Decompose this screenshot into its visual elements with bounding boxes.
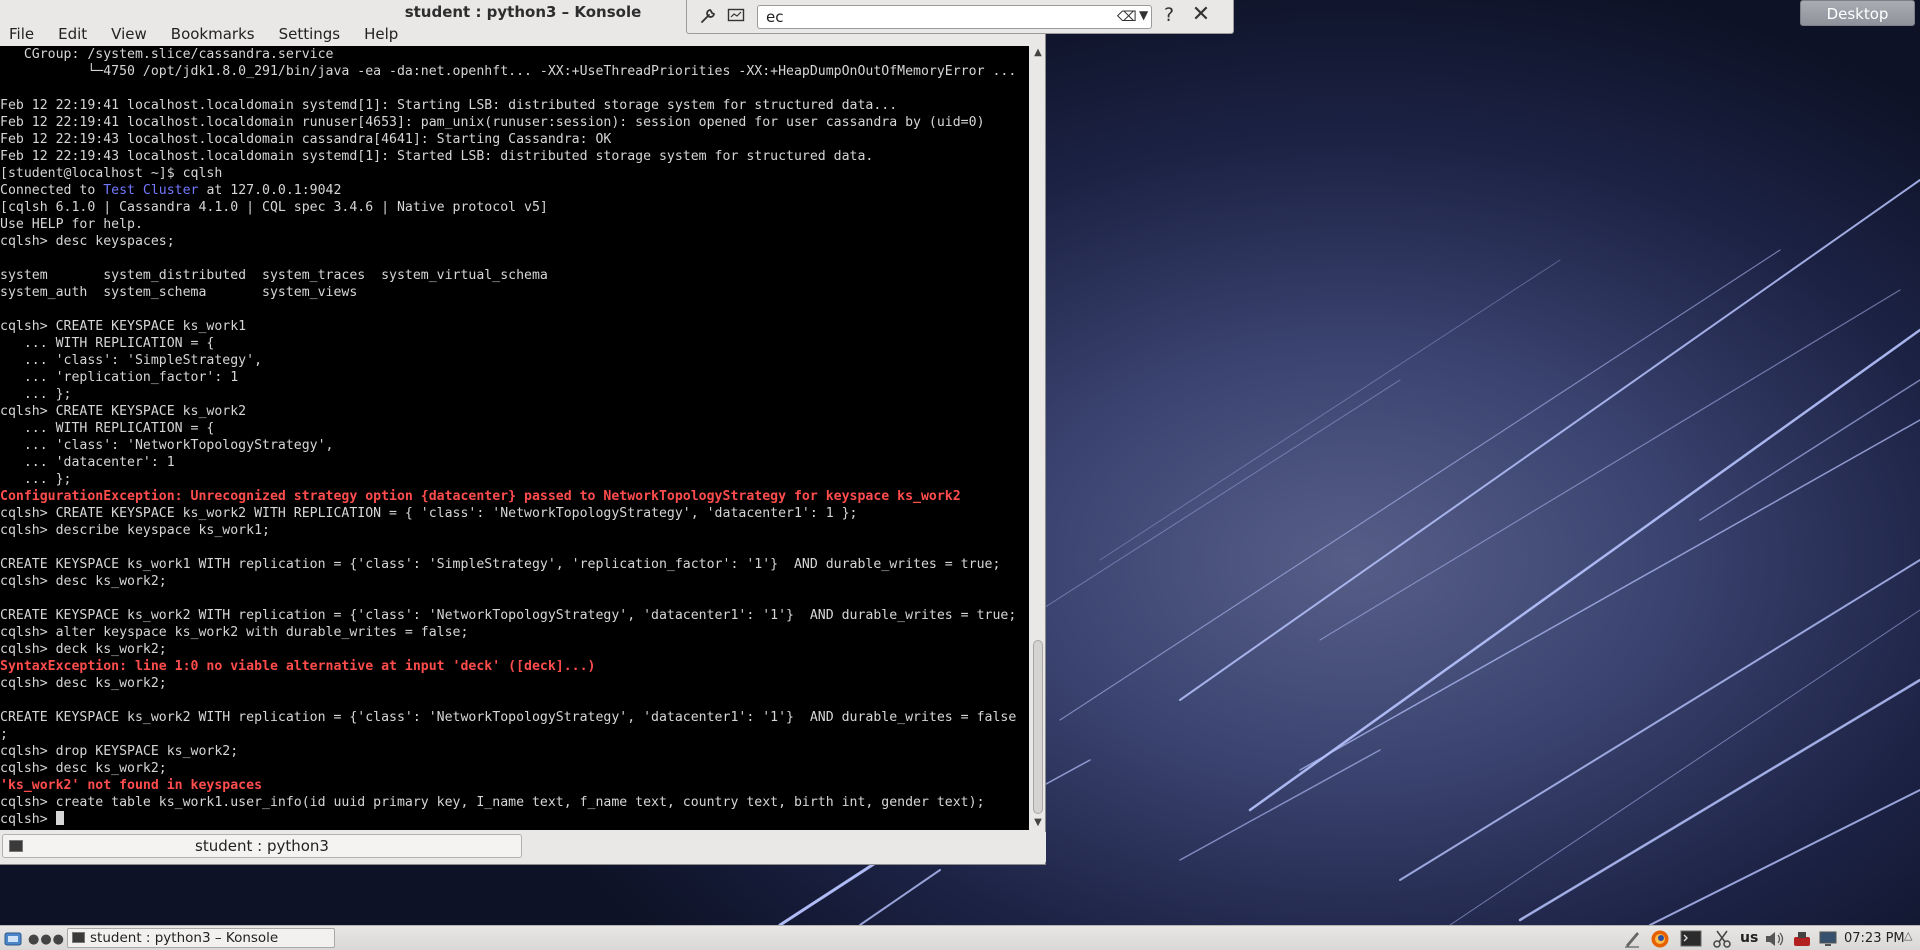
- terminal-line: CREATE KEYSPACE ks_work2 WITH replicatio…: [0, 608, 1017, 623]
- terminal-line: Feb 12 22:19:41 localhost.localdomain ru…: [0, 115, 985, 130]
- terminal-line: CREATE KEYSPACE ks_work1 WITH replicatio…: [0, 557, 1001, 572]
- terminal-line: Connected to Test Cluster at 127.0.0.1:9…: [0, 183, 342, 198]
- terminal-line: system system_distributed system_traces …: [0, 268, 548, 283]
- menu-edit[interactable]: Edit: [58, 22, 87, 46]
- terminal-line: CGroup: /system.slice/cassandra.service: [0, 47, 334, 62]
- clear-text-icon[interactable]: ⌫: [1117, 9, 1137, 25]
- terminal-icon[interactable]: [1680, 929, 1702, 949]
- tab-session[interactable]: student : python3: [2, 834, 522, 858]
- network-icon[interactable]: [1792, 929, 1812, 949]
- monitor-icon[interactable]: [727, 8, 745, 24]
- terminal-line: cqlsh> desc ks_work2;: [0, 676, 167, 691]
- terminal-line: CREATE KEYSPACE ks_work2 WITH replicatio…: [0, 710, 1017, 725]
- terminal-line: cqlsh> CREATE KEYSPACE ks_work2 WITH REP…: [0, 506, 858, 521]
- help-icon[interactable]: ?: [1157, 4, 1181, 26]
- terminal-line: ... 'datacenter': 1: [0, 455, 175, 470]
- terminal-line: ... };: [0, 472, 72, 487]
- terminal-line: cqlsh> drop KEYSPACE ks_work2;: [0, 744, 239, 759]
- menu-file[interactable]: File: [9, 22, 34, 46]
- tray-expand-icon[interactable]: △: [1904, 929, 1912, 942]
- terminal-scrollbar[interactable]: ▲ ▼: [1031, 46, 1045, 830]
- terminal-line: ... };: [0, 387, 72, 402]
- terminal-line: cqlsh> desc ks_work2;: [0, 574, 167, 589]
- menu-help[interactable]: Help: [364, 22, 398, 46]
- menu-bookmarks[interactable]: Bookmarks: [171, 22, 255, 46]
- terminal-icon: [72, 932, 85, 943]
- wrench-icon[interactable]: [699, 7, 717, 25]
- terminal-line: SyntaxException: line 1:0 no viable alte…: [0, 659, 596, 674]
- tab-bar: student : python3: [0, 832, 1046, 862]
- chevron-down-icon[interactable]: ▼: [1139, 8, 1148, 22]
- terminal-line: ConfigurationException: Unrecognized str…: [0, 489, 961, 504]
- taskbar: ●●● student : python3 – Konsole us 07:23…: [0, 925, 1920, 950]
- terminal-line: cqlsh>: [0, 811, 1029, 828]
- keyboard-layout-indicator[interactable]: us: [1740, 929, 1758, 949]
- terminal-line: cqlsh> CREATE KEYSPACE ks_work1: [0, 319, 247, 334]
- start-menu-icon[interactable]: [4, 930, 22, 948]
- terminal-line: └─4750 /opt/jdk1.8.0_291/bin/java -ea -d…: [0, 64, 1017, 79]
- terminal-icon: [9, 840, 23, 852]
- terminal-line: Use HELP for help.: [0, 217, 143, 232]
- desktop-label[interactable]: Desktop: [1800, 0, 1915, 26]
- terminal-line: system_auth system_schema system_views: [0, 285, 358, 300]
- firefox-icon[interactable]: [1650, 929, 1670, 949]
- terminal-line: cqlsh> create table ks_work1.user_info(i…: [0, 795, 985, 810]
- terminal-line: cqlsh> deck ks_work2;: [0, 642, 167, 657]
- terminal-line: 'ks_work2' not found in keyspaces: [0, 778, 263, 793]
- scrollbar-thumb[interactable]: [1033, 640, 1043, 814]
- pager-icon[interactable]: ●●●: [28, 932, 65, 947]
- terminal-line: [cqlsh 6.1.0 | Cassandra 4.1.0 | CQL spe…: [0, 200, 548, 215]
- terminal-line: cqlsh> CREATE KEYSPACE ks_work2: [0, 404, 247, 419]
- scroll-down-icon[interactable]: ▼: [1031, 816, 1045, 830]
- terminal-line: ... 'replication_factor': 1: [0, 370, 239, 385]
- terminal-cursor: [55, 811, 64, 825]
- cluster-name: Test Cluster: [103, 183, 199, 198]
- terminal-line: ;: [0, 727, 8, 742]
- menu-settings[interactable]: Settings: [279, 22, 341, 46]
- terminal-line: cqlsh> desc ks_work2;: [0, 761, 167, 776]
- clock[interactable]: 07:23 PM: [1844, 929, 1905, 948]
- terminal-line: cqlsh> desc keyspaces;: [0, 234, 175, 249]
- terminal-line: Feb 12 22:19:43 localhost.localdomain sy…: [0, 149, 874, 164]
- scroll-up-icon[interactable]: ▲: [1031, 46, 1045, 60]
- terminal-line: [student@localhost ~]$ cqlsh: [0, 166, 223, 181]
- monitor-icon[interactable]: [1818, 929, 1838, 949]
- search-input[interactable]: [757, 5, 1152, 29]
- terminal-line: ... 'class': 'SimpleStrategy',: [0, 353, 263, 368]
- terminal-output[interactable]: CGroup: /system.slice/cassandra.service …: [0, 46, 1029, 830]
- konsole-window: student : python3 – Konsole File Edit Vi…: [0, 0, 1046, 865]
- search-bar: ⌫ ▼ ? ✕: [686, 0, 1234, 34]
- terminal-line: Feb 12 22:19:43 localhost.localdomain ca…: [0, 132, 612, 147]
- terminal-line: ... 'class': 'NetworkTopologyStrategy',: [0, 438, 334, 453]
- volume-icon[interactable]: [1764, 929, 1786, 949]
- terminal-line: cqlsh> alter keyspace ks_work2 with dura…: [0, 625, 469, 640]
- terminal-line: ... WITH REPLICATION = {: [0, 421, 215, 436]
- taskbar-item-konsole[interactable]: student : python3 – Konsole: [67, 928, 335, 948]
- terminal-line: ... WITH REPLICATION = {: [0, 336, 215, 351]
- pen-icon[interactable]: [1622, 929, 1642, 949]
- scissors-icon[interactable]: [1712, 929, 1732, 949]
- menu-view[interactable]: View: [111, 22, 147, 46]
- taskbar-item-label: student : python3 – Konsole: [90, 930, 279, 946]
- close-icon[interactable]: ✕: [1189, 2, 1213, 27]
- terminal-line: cqlsh> describe keyspace ks_work1;: [0, 523, 270, 538]
- tab-label: student : python3: [195, 837, 329, 855]
- terminal-line: Feb 12 22:19:41 localhost.localdomain sy…: [0, 98, 898, 113]
